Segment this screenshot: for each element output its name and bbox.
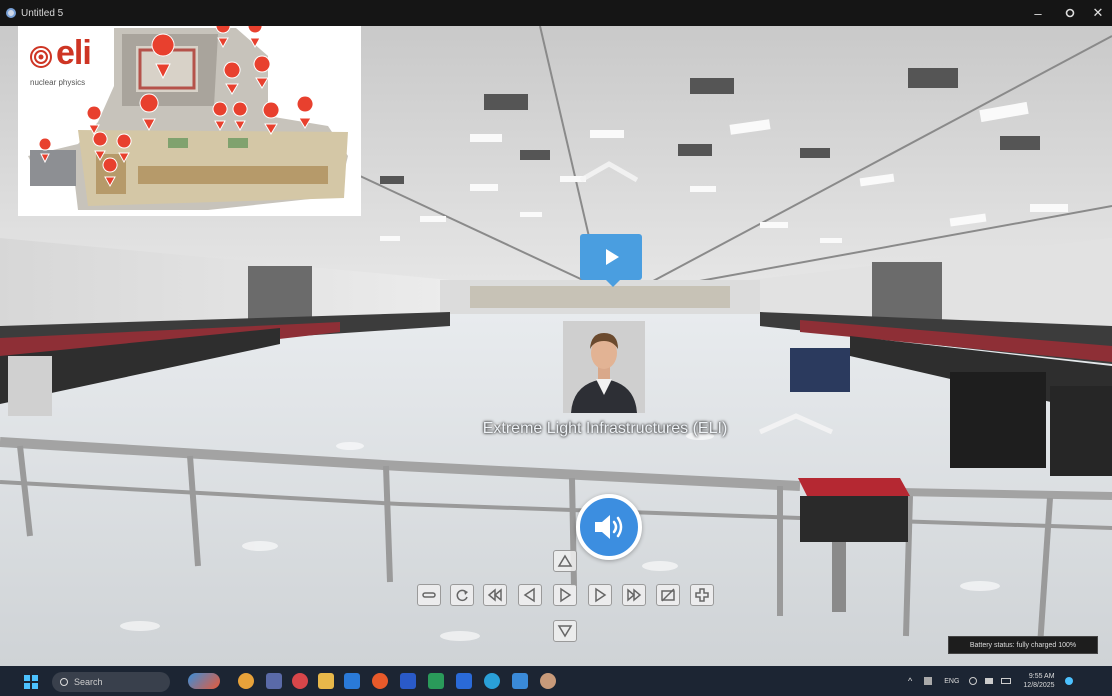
rotate-left-button[interactable] [518,584,542,606]
clock-date: 12/8/2025 [1023,682,1055,689]
clock[interactable]: 9:55 AM 12/8/2025 [1023,672,1054,690]
video-play-button[interactable] [580,234,642,287]
app-icon-excel[interactable] [428,673,444,689]
window-title: Untitled 5 [21,7,64,19]
taskbar: Search ^ ENG 9:55 AM 12/8/2025 [0,666,1112,696]
search-placeholder: Search [74,677,103,687]
fast-rewind-button[interactable] [483,584,507,606]
play-icon [606,249,619,265]
zoom-in-button[interactable] [690,584,714,606]
system-tray: ^ ENG 9:55 AM 12/8/2025 [908,666,1073,696]
triangle-up-icon [557,554,573,567]
map-location-markers[interactable] [18,26,361,216]
look-up-button[interactable] [553,550,577,572]
double-right-icon [627,588,642,602]
play-tour-button[interactable] [553,584,577,606]
firefox-icon[interactable] [372,673,388,689]
nav-hotspot-forward[interactable] [577,158,641,184]
triangle-right-icon [595,587,607,603]
taskbar-search[interactable]: Search [52,672,170,692]
triangle-right-icon [560,587,572,603]
virtual-tour-window: Untitled 5 – ✕ eli nuclear physics Extre… [0,0,1112,696]
language-indicator[interactable]: ENG [944,678,959,685]
sound-button[interactable] [576,494,642,560]
triangle-down-icon [557,625,573,638]
app-icon-copilot[interactable] [238,673,254,689]
presenter-video[interactable] [563,321,645,413]
double-left-icon [487,588,502,602]
presenter-figure [563,321,645,413]
app-icon-tour[interactable] [540,673,556,689]
hide-hotspots-button[interactable] [656,584,680,606]
triangle-left-icon [523,587,535,603]
chevron-up-icon[interactable]: ^ [908,676,912,686]
app-icon-word[interactable] [456,673,472,689]
look-down-button[interactable] [553,620,577,642]
app-icon-chat[interactable] [266,673,282,689]
app-icon-store[interactable] [344,673,360,689]
volume-icon[interactable] [985,678,994,684]
fast-forward-button[interactable] [622,584,646,606]
title-bar: Untitled 5 – ✕ [0,0,1112,26]
app-icon-mail[interactable] [512,673,528,689]
app-icon [6,8,16,18]
tour-caption: Extreme Light Infrastructures (ELI) [482,420,728,437]
clock-time: 9:55 AM [1028,673,1055,680]
chrome-icon[interactable] [484,673,500,689]
auto-rotate-button[interactable] [450,584,474,606]
restore-icon [1065,8,1075,18]
zoom-out-button[interactable] [417,584,441,606]
notification-icon[interactable] [1064,677,1073,685]
hotspots-off-icon [661,588,675,602]
file-explorer-icon[interactable] [318,673,334,689]
speaker-icon [595,515,623,539]
minus-icon [422,592,436,598]
start-button[interactable] [24,675,38,689]
wifi-icon[interactable] [969,677,978,685]
plus-icon [695,588,709,602]
app-icon-edge[interactable] [292,673,308,689]
tray-app-icon[interactable] [924,677,933,685]
battery-tooltip: Battery status: fully charged 100% [948,636,1098,654]
close-button[interactable]: ✕ [1078,0,1112,26]
rotate-right-button[interactable] [588,584,612,606]
search-icon [60,678,68,686]
rotate-icon [456,589,468,602]
battery-icon[interactable] [1001,678,1012,684]
app-icon-photos[interactable] [400,673,416,689]
widgets-icon[interactable] [188,673,220,689]
floor-plan-map[interactable]: eli nuclear physics [18,26,361,216]
